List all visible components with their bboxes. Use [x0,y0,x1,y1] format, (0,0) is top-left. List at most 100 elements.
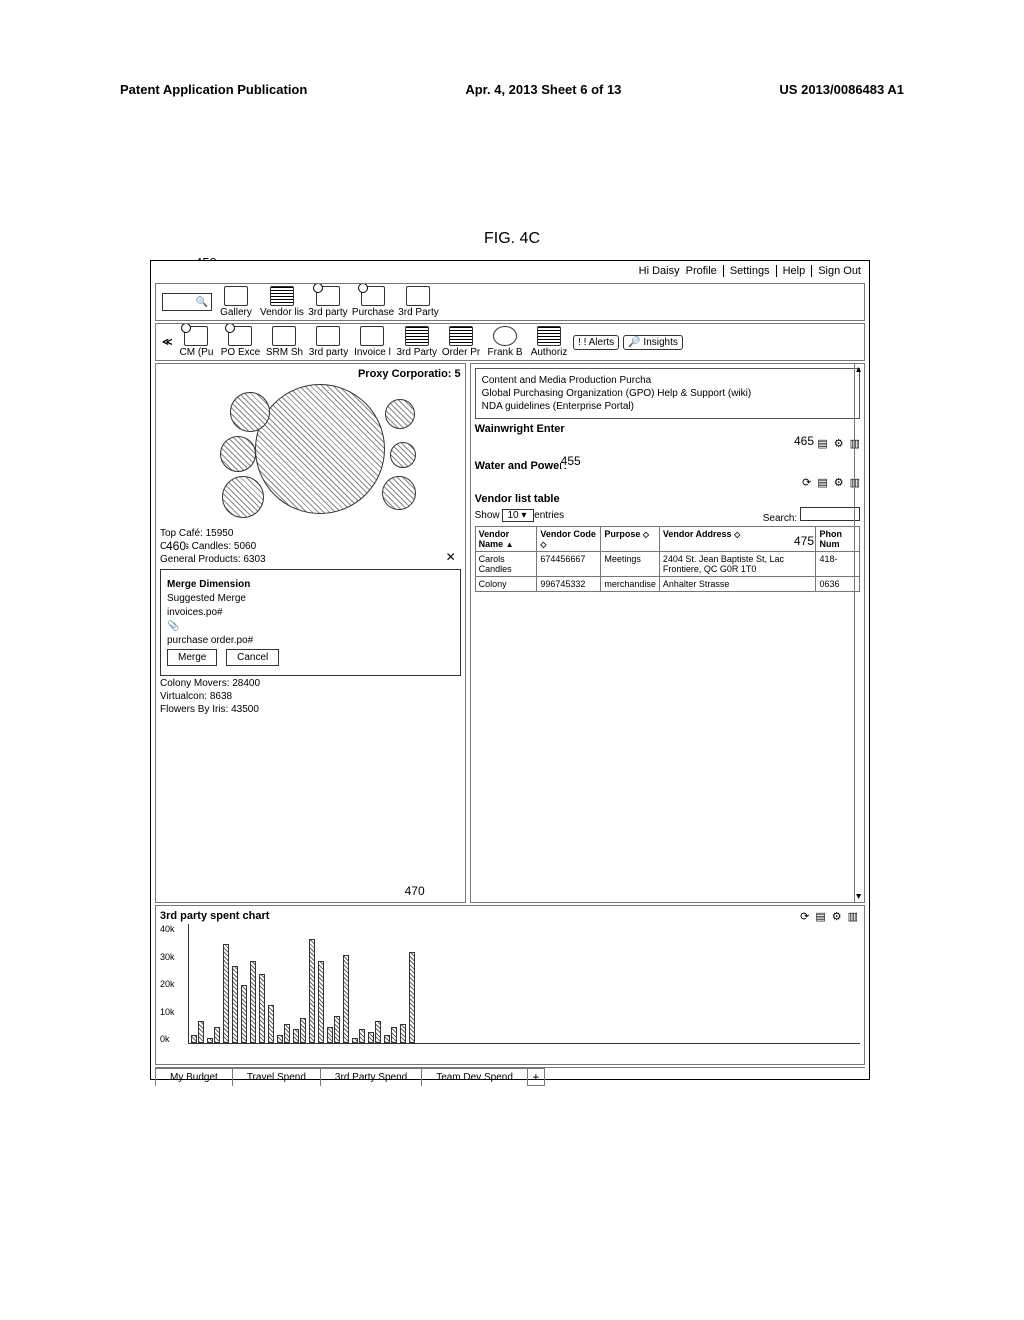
bar-group [232,966,238,1043]
bubble-b[interactable] [220,436,256,472]
bar[interactable] [191,1035,197,1043]
ref-465: 465 [794,434,814,448]
tool-srm[interactable]: SRM Sh [264,326,304,358]
nav-signout[interactable]: Sign Out [818,265,861,277]
bar[interactable] [207,1038,213,1044]
bar[interactable] [327,1027,333,1044]
gear-icon[interactable]: ⚙ [832,910,842,923]
link-row-1[interactable]: Global Purchasing Organization (GPO) Hel… [482,388,853,399]
add-tab-button[interactable]: + [527,1068,545,1086]
scrollbar-vertical[interactable] [854,364,865,902]
bubble-a[interactable] [230,392,270,432]
chevron-left-icon[interactable]: ≪ [162,337,172,348]
table-row[interactable]: Colony 996745332 merchandise Anhalter St… [475,577,859,592]
bar[interactable] [409,952,415,1043]
bubble-e[interactable] [390,442,416,468]
tool-gallery[interactable]: Gallery [216,286,256,318]
cell-code: 674456667 [537,552,601,577]
nav-help[interactable]: Help [783,265,806,277]
th-name[interactable]: Vendor Name ▲ [475,527,537,552]
tool-authoriz[interactable]: Authoriz [529,326,569,358]
bar[interactable] [259,974,265,1043]
bar[interactable] [241,985,247,1043]
avatar-icon [493,326,517,346]
bubble-f[interactable] [382,476,416,510]
bar[interactable] [277,1035,283,1043]
tool-3rdparty[interactable]: 3rd party [308,286,348,318]
tool-3p-inv[interactable]: 3rd party [308,326,348,358]
bar[interactable] [352,1038,358,1044]
refresh-icon[interactable]: ⟳ [800,910,809,923]
tool-3p2[interactable]: 3rd Party [396,326,437,358]
close-icon[interactable]: ✕ [446,550,456,564]
bar[interactable] [214,1027,220,1044]
proxy-title: Proxy Corporatio: 5 [160,368,461,380]
doc-icon[interactable]: ▤ [815,910,825,923]
bar[interactable] [223,944,229,1043]
tab-my-budget[interactable]: My Budget [155,1068,233,1086]
tool-order[interactable]: Order Pr [441,326,481,358]
th-address[interactable]: Vendor Address ◇ [659,527,816,552]
bar[interactable] [384,1035,390,1043]
y-axis: 40k 30k 20k 10k 0k [160,924,175,1044]
th-phone[interactable]: Phon Num [816,527,860,552]
sort-icon: ▲ [506,540,514,549]
tab-travel-spend[interactable]: Travel Spend [232,1068,321,1086]
tab-teamdev-spend[interactable]: Team Dev Spend [421,1068,528,1086]
barcode-icon[interactable]: ▥ [848,910,858,923]
bar[interactable] [400,1024,406,1043]
bar[interactable] [309,939,315,1044]
cell-purpose: Meetings [601,552,660,577]
tool-vendor-list[interactable]: Vendor lis [260,286,304,318]
bar[interactable] [250,961,256,1044]
bar[interactable] [343,955,349,1043]
tool-cm[interactable]: CM (Pu [176,326,216,358]
show-select[interactable]: 10 ▾ [502,509,534,522]
doc-icon[interactable]: ▤ [817,437,827,450]
bubble-c[interactable] [222,476,264,518]
bar[interactable] [359,1029,365,1043]
dropdown-icon: ▾ [521,510,526,521]
cancel-button[interactable]: Cancel [226,649,279,666]
bar[interactable] [198,1021,204,1043]
link-row-0[interactable]: Content and Media Production Purcha [482,375,853,386]
nav-profile[interactable]: Profile [686,265,717,277]
gear-icon[interactable]: ⚙ [834,476,844,489]
bar[interactable] [318,961,324,1044]
th-purpose[interactable]: Purpose ◇ [601,527,660,552]
bar[interactable] [391,1027,397,1044]
tool-frank[interactable]: Frank B [485,326,525,358]
bubble-main[interactable] [255,384,385,514]
bar[interactable] [300,1018,306,1043]
tool-invoice[interactable]: Invoice l [352,326,392,358]
bar[interactable] [232,966,238,1043]
th-code[interactable]: Vendor Code ◇ [537,527,601,552]
secondary-toolbar: ≪ CM (Pu PO Exce SRM Sh 3rd party Invoic… [155,323,865,361]
bar[interactable] [284,1024,290,1043]
search-input[interactable]: 🔍 [162,293,212,311]
tab-3rdparty-spend[interactable]: 3rd Party Spend [320,1068,422,1086]
tool-po[interactable]: PO Exce [220,326,260,358]
doc-icon[interactable]: ▤ [817,476,827,489]
insights-button[interactable]: 🔎 Insights [623,335,683,350]
bar-group [343,955,349,1043]
nav-settings[interactable]: Settings [730,265,770,277]
tool-3rdparty-2[interactable]: 3rd Party [398,286,439,318]
bar[interactable] [368,1032,374,1043]
alerts-button[interactable]: ! ! Alerts [573,335,619,350]
table-search-input[interactable] [800,507,860,521]
bar[interactable] [293,1029,299,1043]
right-panel: Content and Media Production Purcha Glob… [470,363,865,903]
bubble-d[interactable] [385,399,415,429]
bar[interactable] [334,1016,340,1044]
bar[interactable] [268,1005,274,1044]
tool-3p-label: 3rd party [309,347,348,358]
link-row-2[interactable]: NDA guidelines (Enterprise Portal) [482,401,853,412]
bar[interactable] [375,1021,381,1043]
merge-button[interactable]: Merge [167,649,217,666]
table-row[interactable]: Carols Candles 674456667 Meetings 2404 S… [475,552,859,577]
tool-purchase[interactable]: Purchase [352,286,394,318]
gear-icon[interactable]: ⚙ [834,437,844,450]
gallery-icon [224,286,248,306]
refresh-icon[interactable]: ⟳ [802,476,811,489]
